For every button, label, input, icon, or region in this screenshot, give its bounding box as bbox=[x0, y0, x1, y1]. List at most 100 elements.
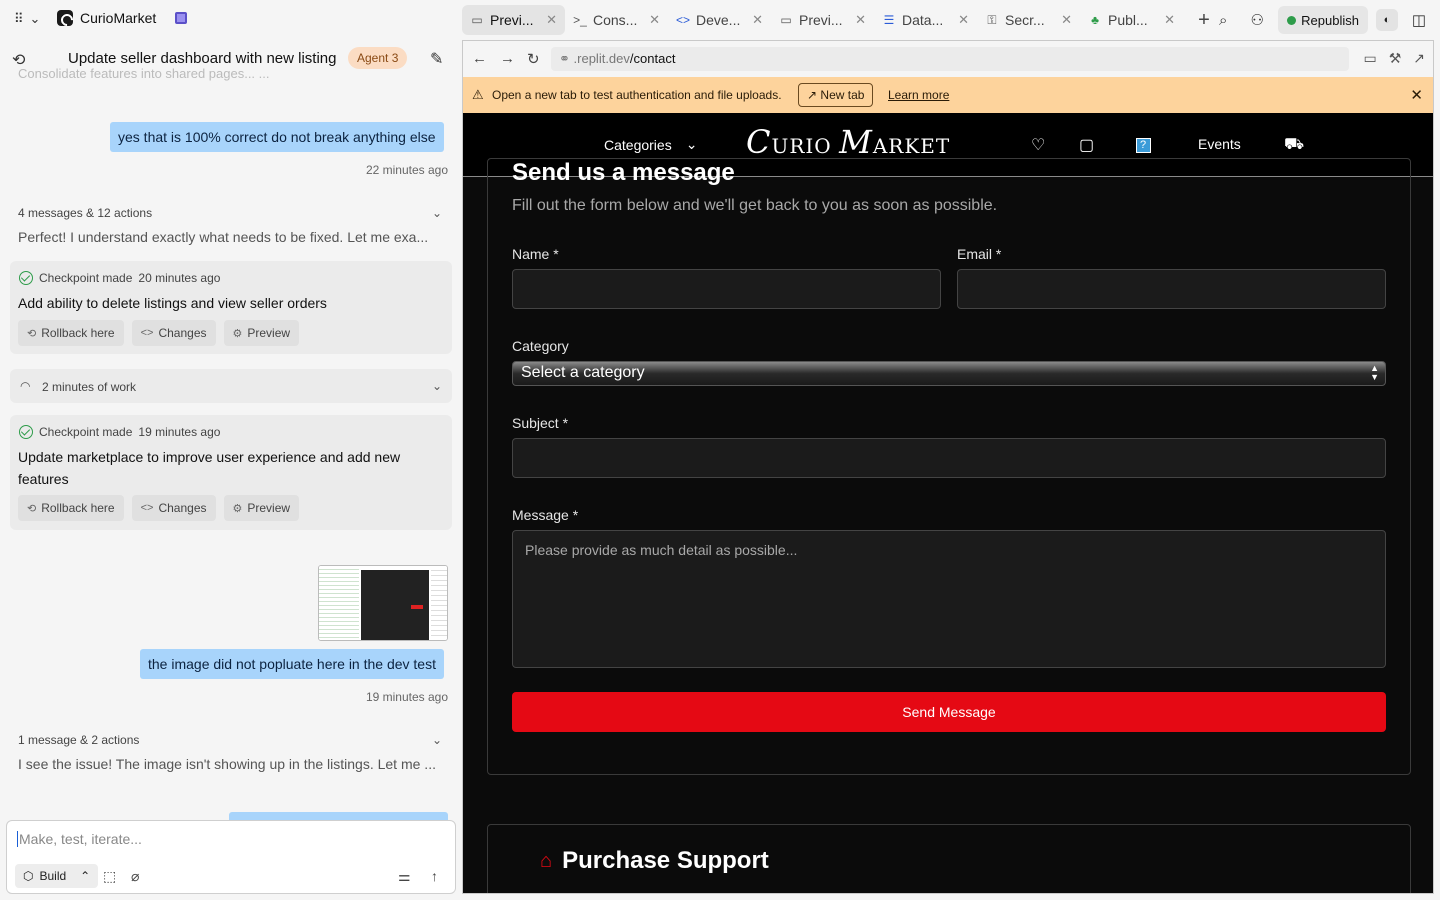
close-icon[interactable]: ✕ bbox=[649, 12, 660, 28]
name-field[interactable] bbox=[512, 269, 941, 309]
devices-icon[interactable]: ▭ bbox=[1363, 50, 1376, 67]
back-arrow-icon[interactable]: ← bbox=[472, 50, 487, 67]
url-bar: ← → ↻ ⚭ .replit.dev/contact ▭ ⚒ ↗ bbox=[463, 41, 1433, 77]
project-logo-icon bbox=[57, 10, 73, 26]
toggle-layout-icon[interactable]: ◫ bbox=[1406, 7, 1432, 33]
cart-icon[interactable]: ⛟ bbox=[1284, 135, 1304, 155]
chat-composer: Make, test, iterate... ⬡ Build ⌃ ⬚ ⌀ ⚌ ↑ bbox=[6, 820, 456, 894]
lock-icon: ⚿ bbox=[987, 12, 997, 27]
tab-preview[interactable]: ▭ Previ... ✕ bbox=[462, 5, 565, 35]
close-icon[interactable]: ✕ bbox=[958, 12, 969, 28]
search-icon[interactable]: ⌕ bbox=[1210, 7, 1236, 33]
category-value: Select a category bbox=[521, 364, 645, 381]
store-icon: ⌂ bbox=[540, 849, 553, 872]
code-icon: <> bbox=[676, 13, 691, 27]
close-icon[interactable]: ✕ bbox=[1164, 12, 1175, 28]
tab-label: Previ... bbox=[490, 12, 534, 28]
name-label: Name * bbox=[512, 246, 559, 262]
mode-selector[interactable]: ⬡ Build ⌃ bbox=[15, 864, 99, 888]
close-icon[interactable]: ✕ bbox=[546, 12, 557, 28]
reload-icon[interactable]: ↻ bbox=[527, 50, 540, 68]
heart-icon[interactable]: ♡ bbox=[1031, 135, 1045, 155]
console-icon: >_ bbox=[573, 13, 587, 27]
tab-label: Deve... bbox=[696, 12, 741, 28]
rollback-button[interactable]: ⟲ Rollback here bbox=[18, 320, 124, 346]
close-icon[interactable]: ✕ bbox=[855, 12, 866, 28]
tab-label: Publ... bbox=[1108, 12, 1148, 28]
invite-user-icon[interactable]: ⚇ bbox=[1244, 7, 1270, 33]
database-icon: ☰ bbox=[883, 13, 895, 27]
tab-preview-2[interactable]: ▭ Previ... ✕ bbox=[771, 5, 874, 35]
support-title: Purchase Support bbox=[562, 847, 769, 874]
subject-field[interactable] bbox=[512, 438, 1386, 478]
replit-logo-icon: ⠿ bbox=[14, 11, 24, 26]
tab-database[interactable]: ☰ Data... ✕ bbox=[874, 5, 977, 35]
support-heading: ⌂ Purchase Support bbox=[540, 847, 769, 875]
external-link-icon: ↗ bbox=[807, 88, 818, 102]
check-circle-icon bbox=[19, 425, 33, 439]
project-switcher[interactable]: CurioMarket bbox=[57, 10, 188, 26]
work-duration-toggle[interactable]: ◠ 2 minutes of work ⌄ bbox=[10, 369, 452, 403]
logo-initial: C bbox=[746, 123, 772, 161]
agent-message-preview: I see the issue! The image isn't showing… bbox=[18, 756, 436, 772]
checkpoint-header: Checkpoint made 20 minutes ago bbox=[19, 271, 220, 285]
message-icon[interactable]: ▢ bbox=[1079, 135, 1094, 155]
form-title: Send us a message bbox=[512, 159, 735, 186]
categories-label: Categories bbox=[604, 136, 672, 153]
close-icon[interactable]: ✕ bbox=[752, 12, 763, 28]
form-subtitle: Fill out the form below and we'll get ba… bbox=[512, 197, 998, 214]
tab-secrets[interactable]: ⚿ Secr... ✕ bbox=[977, 5, 1080, 35]
preview-button[interactable]: ⚙ Preview bbox=[223, 320, 300, 346]
project-status-icon bbox=[175, 12, 188, 24]
notice-text: Open a new tab to test authentication an… bbox=[492, 88, 782, 102]
send-arrow-icon[interactable]: ↑ bbox=[431, 868, 438, 884]
category-select[interactable]: Select a category ▲ ▼ bbox=[512, 361, 1386, 386]
site-logo[interactable]: CURIO MARKET bbox=[746, 123, 950, 161]
preview-button[interactable]: ⚙ Preview bbox=[223, 495, 300, 521]
changes-button[interactable]: <> Changes bbox=[131, 495, 216, 521]
rollback-button[interactable]: ⟲ Rollback here bbox=[18, 495, 124, 521]
chat-input[interactable]: Make, test, iterate... bbox=[17, 831, 142, 847]
close-icon[interactable]: ✕ bbox=[1410, 86, 1423, 104]
tab-console[interactable]: >_ Cons... ✕ bbox=[565, 5, 668, 35]
close-icon[interactable]: ✕ bbox=[1061, 12, 1072, 28]
message-field[interactable]: Please provide as much detail as possibl… bbox=[512, 530, 1386, 668]
external-link-icon[interactable]: ↗ bbox=[1413, 50, 1425, 67]
attached-screenshot-thumbnail[interactable] bbox=[318, 565, 448, 641]
wrench-icon[interactable]: ⚒ bbox=[1389, 50, 1402, 67]
rollback-icon: ⟲ bbox=[27, 327, 37, 340]
categories-menu[interactable]: Categories ⌄ bbox=[604, 136, 697, 153]
message-timestamp: 22 minutes ago bbox=[365, 163, 448, 177]
new-tab-button[interactable]: ↗ New tab bbox=[798, 83, 874, 107]
events-link[interactable]: Events bbox=[1198, 136, 1241, 152]
purchase-support-card: ⌂ Purchase Support bbox=[487, 824, 1411, 893]
auth-notice-banner: ⚠ Open a new tab to test authentication … bbox=[463, 77, 1433, 113]
address-field[interactable]: ⚭ .replit.dev/contact bbox=[551, 47, 1349, 71]
work-duration-label: 2 minutes of work bbox=[42, 380, 137, 394]
cube-icon: ⬡ bbox=[23, 869, 34, 883]
help-glyph: ? bbox=[1135, 137, 1151, 153]
settings-sliders-icon[interactable]: ⚌ bbox=[398, 868, 411, 885]
tab-developer[interactable]: <> Deve... ✕ bbox=[668, 5, 771, 35]
help-icon[interactable]: ? bbox=[1127, 135, 1159, 155]
forward-arrow-icon[interactable]: → bbox=[500, 50, 515, 67]
gauge-icon: ◠ bbox=[20, 379, 31, 393]
changes-label: Changes bbox=[158, 501, 207, 515]
send-message-button[interactable]: Send Message bbox=[512, 692, 1386, 732]
tab-publishing[interactable]: ♣ Publ... ✕ bbox=[1080, 5, 1183, 35]
paperclip-icon[interactable]: ⌀ bbox=[131, 868, 139, 885]
republish-label: Republish bbox=[1301, 12, 1359, 28]
select-arrows-icon: ▲ ▼ bbox=[1370, 363, 1379, 382]
actions-summary-toggle[interactable]: 4 messages & 12 actions ⌄ bbox=[18, 206, 442, 220]
message-timestamp: 19 minutes ago bbox=[365, 690, 448, 704]
app-menu-button[interactable]: ⠿ ⌄ bbox=[14, 11, 40, 27]
select-element-icon[interactable]: ⬚ bbox=[103, 868, 116, 885]
republish-button[interactable]: Republish bbox=[1278, 6, 1368, 34]
changes-button[interactable]: <> Changes bbox=[131, 320, 216, 346]
account-icon[interactable]: ◐ bbox=[1376, 9, 1398, 31]
actions-summary-toggle[interactable]: 1 message & 2 actions ⌄ bbox=[18, 733, 442, 747]
learn-more-link[interactable]: Learn more bbox=[888, 88, 949, 102]
agent-chat-panel: ⟲ Update seller dashboard with new listi… bbox=[0, 40, 462, 900]
rollback-icon: ⟲ bbox=[27, 502, 37, 515]
email-field[interactable] bbox=[957, 269, 1386, 309]
